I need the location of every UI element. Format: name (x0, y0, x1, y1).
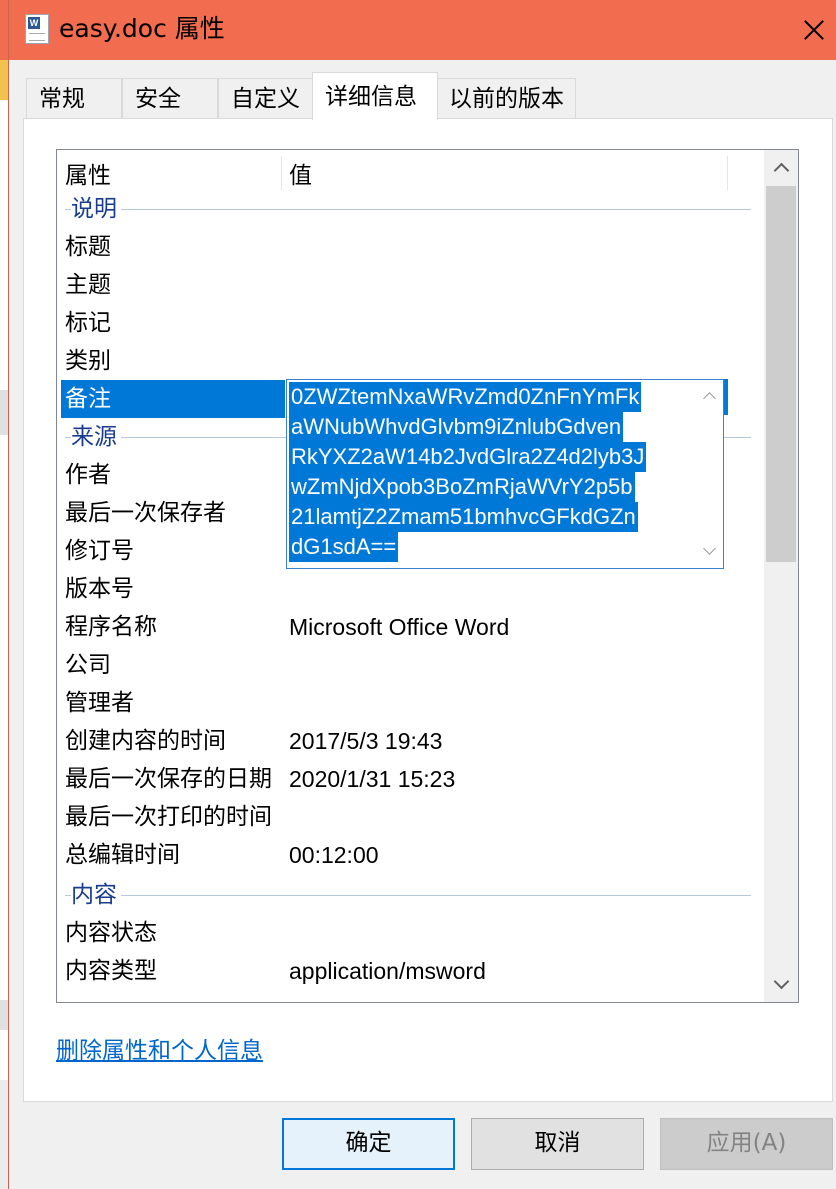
word-document-icon (25, 14, 49, 44)
column-header-property[interactable]: 属性 (65, 156, 111, 190)
table-row[interactable]: 公司 (61, 646, 725, 684)
close-icon[interactable] (787, 0, 836, 60)
list-header: 属性 值 (57, 150, 762, 192)
scroll-down-icon[interactable] (764, 968, 798, 1002)
group-content: 内容 (61, 876, 751, 914)
tab-general[interactable]: 常规 (26, 78, 122, 118)
table-row[interactable]: 类别 (61, 342, 725, 380)
table-row[interactable]: 标记 (61, 304, 725, 342)
properties-dialog: easy.doc 属性 常规 安全 自定义 详细信息 以前的版本 属性 值 说明… (8, 0, 836, 1189)
comments-edit-field[interactable]: 0ZWZtemNxaWRvZmd0ZnFnYmFk aWNubWhvdGlvbm… (286, 379, 724, 569)
title-bar[interactable]: easy.doc 属性 (9, 0, 836, 60)
table-row[interactable]: 内容状态 (61, 914, 725, 952)
column-header-value[interactable]: 值 (289, 156, 312, 190)
table-row[interactable]: 创建内容的时间 2017/5/3 19:43 (61, 722, 725, 760)
tab-strip: 常规 安全 自定义 详细信息 以前的版本 (26, 72, 826, 120)
tab-previous-versions[interactable]: 以前的版本 (436, 78, 576, 118)
table-row[interactable]: 程序名称 Microsoft Office Word (61, 608, 725, 646)
table-row[interactable]: 版本号 (61, 570, 725, 608)
remove-properties-link[interactable]: 删除属性和个人信息 (56, 1031, 263, 1065)
table-row[interactable]: 最后一次保存的日期 2020/1/31 15:23 (61, 760, 725, 798)
tab-details[interactable]: 详细信息 (312, 72, 438, 120)
scrollbar-thumb[interactable] (766, 186, 796, 562)
table-row[interactable]: 内容类型 application/msword (61, 952, 725, 990)
table-row[interactable]: 总编辑时间 00:12:00 (61, 836, 725, 874)
background-window-strip (0, 0, 8, 1189)
table-row[interactable]: 标题 (61, 228, 725, 266)
chevron-up-icon[interactable] (703, 390, 717, 404)
apply-button[interactable]: 应用(A) (660, 1118, 833, 1170)
details-panel: 属性 值 说明 标题 主题 标记 类别 备注 来源 作者 最后一次保存者 修订号… (23, 118, 833, 1102)
window-title: easy.doc 属性 (59, 14, 225, 43)
table-row[interactable]: 最后一次打印的时间 (61, 798, 725, 836)
cancel-button[interactable]: 取消 (471, 1118, 644, 1170)
ok-button[interactable]: 确定 (282, 1118, 455, 1170)
group-description: 说明 (61, 190, 751, 228)
tab-custom[interactable]: 自定义 (218, 78, 314, 118)
table-row[interactable]: 管理者 (61, 684, 725, 722)
selection-highlight (724, 379, 728, 415)
table-row[interactable]: 主题 (61, 266, 725, 304)
property-list[interactable]: 属性 值 说明 标题 主题 标记 类别 备注 来源 作者 最后一次保存者 修订号… (56, 149, 799, 1003)
scroll-up-icon[interactable] (764, 150, 798, 184)
comments-edit-text[interactable]: 0ZWZtemNxaWRvZmd0ZnFnYmFk aWNubWhvdGlvbm… (289, 382, 689, 562)
tab-security[interactable]: 安全 (122, 78, 218, 118)
chevron-down-icon[interactable] (703, 544, 717, 558)
vertical-scrollbar[interactable] (764, 150, 798, 1002)
